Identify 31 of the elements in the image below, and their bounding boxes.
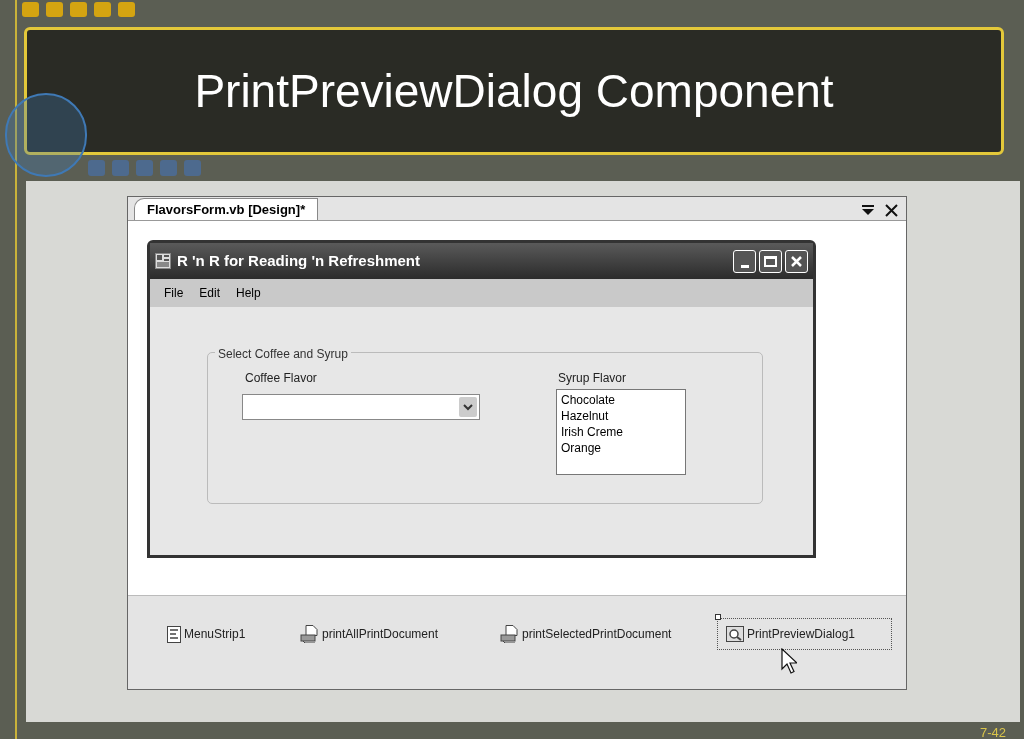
field-label: Coffee Flavor (245, 370, 317, 387)
window-title: R 'n R for Reading 'n Refreshment (177, 250, 420, 271)
component-item[interactable]: MenuStrip1 (158, 618, 291, 650)
menu-item[interactable]: File (164, 284, 184, 302)
page-number: 7-42 (979, 724, 1006, 739)
cursor-icon (781, 648, 797, 674)
maximize-button[interactable] (759, 249, 782, 273)
close-icon (790, 254, 803, 268)
menu-item[interactable]: Help (236, 284, 261, 302)
resize-handle[interactable] (715, 614, 721, 620)
list-item[interactable]: Chocolate (561, 392, 681, 408)
document-tab[interactable]: FlavorsForm.vb [Design]* (134, 198, 319, 220)
printer-document-icon (500, 625, 519, 643)
dropdown-icon[interactable] (861, 205, 875, 216)
close-icon[interactable] (885, 204, 898, 217)
print-preview-icon (726, 626, 744, 642)
syrup-list[interactable]: Chocolate Hazelnut Irish Creme Orange (556, 389, 686, 475)
list-item[interactable]: Hazelnut (561, 408, 681, 424)
printer-document-icon (300, 625, 319, 643)
close-button[interactable] (785, 249, 808, 273)
component-item[interactable]: printSelectedPrintDocument (491, 618, 717, 650)
list-item[interactable]: Irish Creme (561, 424, 681, 440)
component-item[interactable]: printAllPrintDocument (291, 618, 491, 650)
form-icon (155, 253, 171, 269)
menu-strip-icon (167, 625, 181, 643)
chevron-icon (459, 397, 477, 417)
field-label: Syrup Flavor (558, 370, 627, 387)
list-item[interactable]: Orange (561, 440, 681, 456)
menu-item[interactable]: Edit (199, 284, 221, 302)
minimize-button[interactable] (733, 249, 756, 273)
coffee-dropdown[interactable] (242, 394, 480, 420)
